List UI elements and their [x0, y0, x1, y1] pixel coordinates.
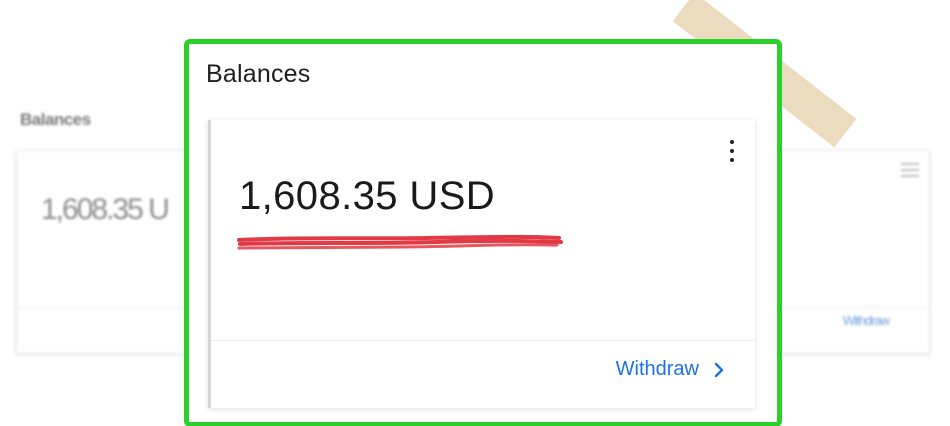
- more-vert-icon[interactable]: [725, 138, 739, 166]
- highlighted-balances-panel: Balances 1,608.35 USD Withdraw: [184, 39, 782, 426]
- panel-title: Balances: [206, 60, 311, 88]
- background-balance-amount: 1,608.35 U: [41, 193, 170, 226]
- balance-amount: 1,608.35 USD: [239, 174, 496, 218]
- background-withdraw-link: Withdraw: [842, 313, 890, 328]
- withdraw-link[interactable]: Withdraw: [616, 358, 725, 381]
- withdraw-label: Withdraw: [615, 358, 699, 380]
- screenshot-stage: Balances 1,608.35 U Withdraw Balances 1,…: [0, 0, 950, 426]
- red-underline-annotation: [237, 234, 563, 250]
- card-divider: [211, 340, 755, 341]
- chevron-right-icon: [714, 362, 724, 377]
- background-drag-handle-icon: [901, 163, 919, 181]
- balance-card: 1,608.35 USD Withdraw: [208, 120, 755, 408]
- background-widget-title: Balances: [20, 110, 91, 129]
